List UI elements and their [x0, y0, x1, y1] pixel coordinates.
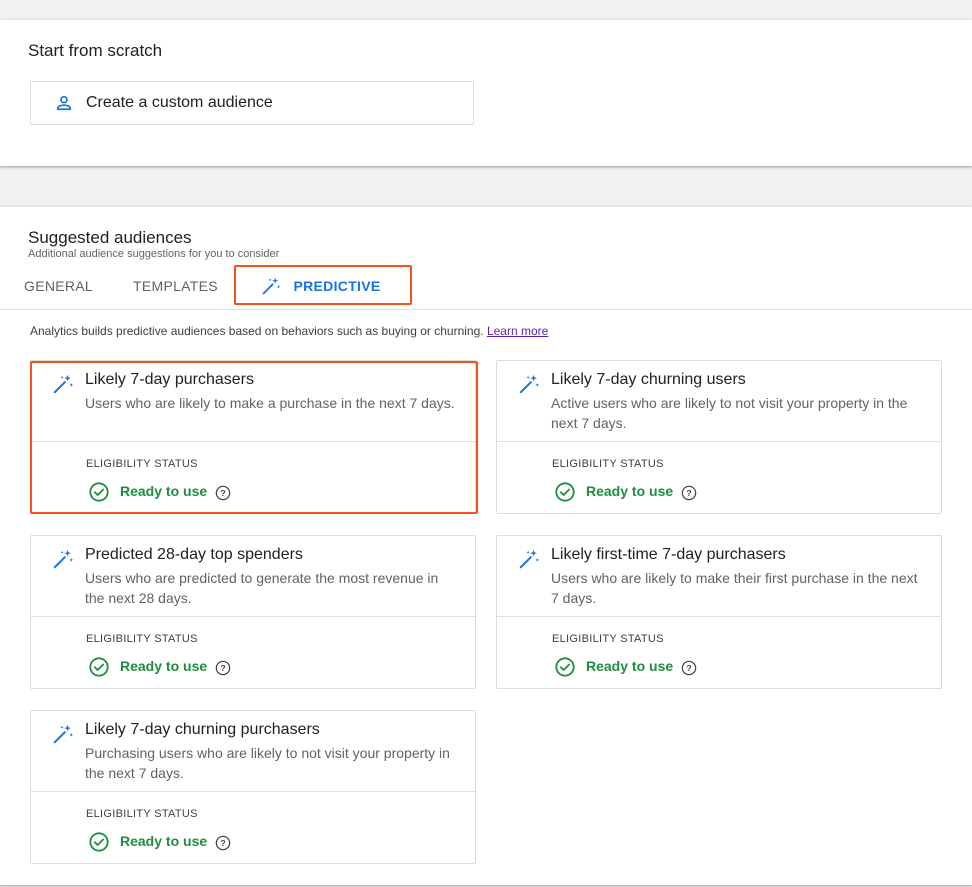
magic-wand-icon — [52, 548, 74, 570]
start-from-scratch-panel: Start from scratch Create a custom audie… — [0, 20, 972, 166]
learn-more-link[interactable]: Learn more — [487, 324, 548, 338]
card-highlight-box — [30, 361, 478, 514]
eligibility-label: ELIGIBILITY STATUS — [552, 633, 664, 645]
eligibility-status: Ready to use — [586, 658, 674, 674]
section-subtitle: Additional audience suggestions for you … — [28, 248, 280, 260]
help-icon[interactable]: ? — [681, 660, 697, 676]
card-title: Predicted 28-day top spenders — [85, 546, 303, 563]
section-title: Start from scratch — [28, 41, 163, 60]
check-circle-icon — [88, 656, 110, 678]
audience-tabs: GENERAL TEMPLATES PREDICTIVE — [0, 264, 972, 364]
card-description: Users who are predicted to generate the … — [85, 570, 439, 606]
card-divider — [31, 791, 475, 792]
eligibility-status: Ready to use — [586, 483, 674, 499]
svg-text:?: ? — [686, 663, 691, 673]
tab-general[interactable]: GENERAL — [24, 264, 93, 308]
check-circle-icon — [88, 831, 110, 853]
card-title: Likely 7-day churning purchasers — [85, 721, 320, 738]
tab-templates[interactable]: TEMPLATES — [133, 264, 218, 308]
audience-card[interactable]: Likely 7-day churning users Active users … — [496, 360, 942, 514]
eligibility-label: ELIGIBILITY STATUS — [86, 808, 198, 820]
create-custom-audience-label: Create a custom audience — [86, 94, 273, 111]
card-divider — [31, 616, 475, 617]
magic-wand-icon — [518, 548, 540, 570]
check-circle-icon — [554, 481, 576, 503]
audience-card[interactable]: Likely 7-day churning purchasers Purchasi… — [30, 710, 476, 864]
card-title: Likely first-time 7-day purchasers — [551, 546, 786, 563]
info-text: Analytics builds predictive audiences ba… — [30, 324, 484, 338]
help-icon[interactable]: ? — [215, 835, 231, 851]
card-description: Purchasing users who are likely to not v… — [85, 745, 450, 781]
svg-text:?: ? — [686, 488, 691, 498]
magic-wand-icon — [52, 723, 74, 745]
person-icon — [54, 93, 74, 113]
card-description: Users who are likely to make their first… — [551, 570, 918, 606]
card-title: Likely 7-day churning users — [551, 371, 746, 388]
check-circle-icon — [554, 656, 576, 678]
audience-card[interactable]: Likely first-time 7-day purchasers Users … — [496, 535, 942, 689]
audience-card[interactable]: Predicted 28-day top spenders Users who a… — [30, 535, 476, 689]
tab-highlight-box — [234, 265, 412, 305]
predictive-info: Analytics builds predictive audiences ba… — [30, 324, 548, 338]
card-divider — [497, 441, 941, 442]
svg-text:?: ? — [220, 838, 225, 848]
eligibility-label: ELIGIBILITY STATUS — [86, 633, 198, 645]
section-title: Suggested audiences — [28, 228, 192, 247]
eligibility-status: Ready to use — [120, 833, 208, 849]
help-icon[interactable]: ? — [215, 660, 231, 676]
create-custom-audience-button[interactable]: Create a custom audience — [30, 81, 474, 125]
card-description: Active users who are likely to not visit… — [551, 395, 908, 431]
eligibility-label: ELIGIBILITY STATUS — [552, 458, 664, 470]
help-icon[interactable]: ? — [681, 485, 697, 501]
eligibility-status: Ready to use — [120, 658, 208, 674]
svg-text:?: ? — [220, 663, 225, 673]
card-divider — [497, 616, 941, 617]
magic-wand-icon — [518, 373, 540, 395]
